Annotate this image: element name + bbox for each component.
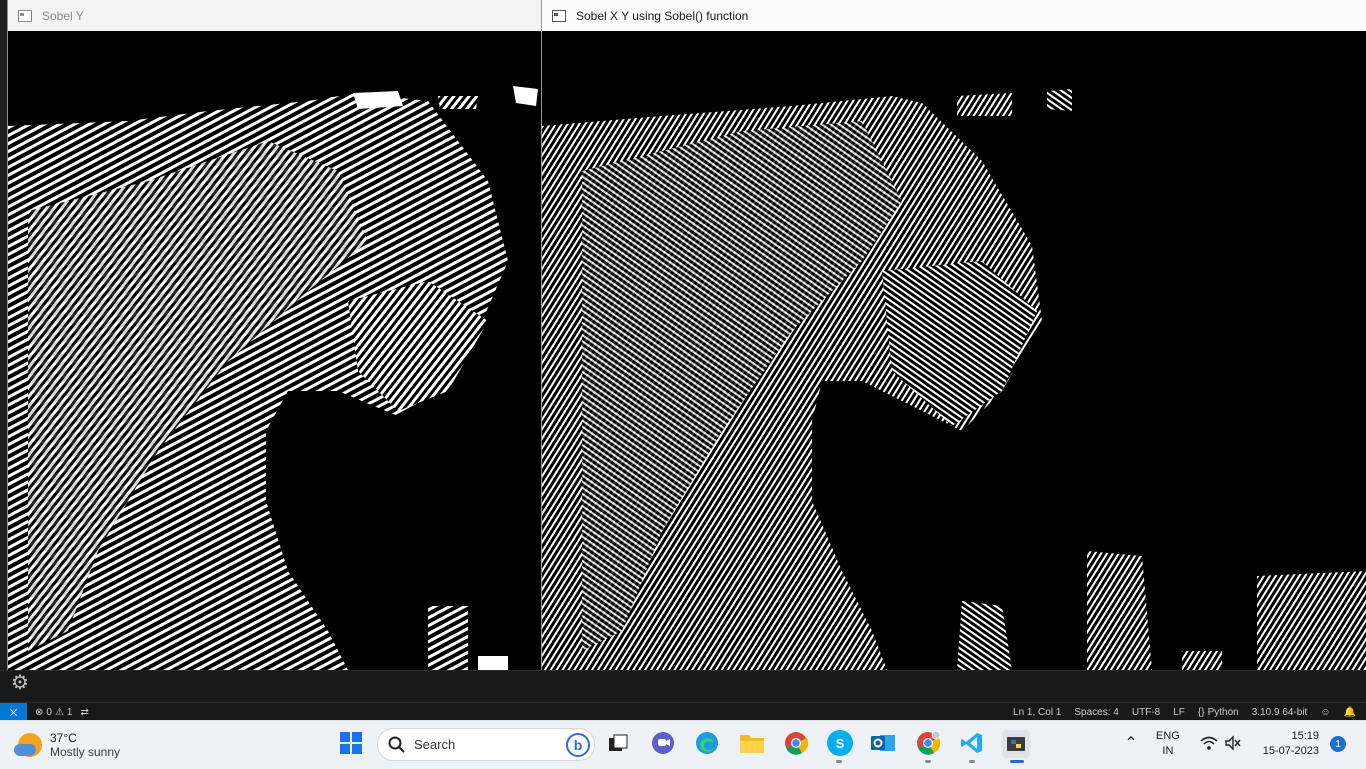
system-clock[interactable]: 15:19 15-07-2023	[1255, 729, 1319, 759]
sobel-y-titlebar[interactable]: Sobel Y	[8, 0, 542, 32]
skype-icon[interactable]: S	[827, 730, 853, 756]
weather-icon	[14, 733, 42, 757]
weather-widget[interactable]: 37°C Mostly sunny	[14, 731, 121, 759]
encoding[interactable]: UTF-8	[1132, 707, 1160, 718]
notifications-icon[interactable]: 🔔	[1344, 707, 1356, 718]
window-icon	[18, 9, 32, 23]
wifi-icon[interactable]	[1196, 730, 1222, 756]
remote-indicator-icon[interactable]: ⨯	[0, 703, 27, 721]
python-icon[interactable]	[1002, 730, 1030, 758]
teams-chat-icon[interactable]	[650, 730, 676, 756]
gear-icon[interactable]: ⚙	[9, 672, 31, 694]
sobel-xy-window[interactable]: Sobel X Y using Sobel() function	[541, 0, 1366, 670]
outlook-icon[interactable]	[870, 730, 896, 756]
window-title: Sobel Y	[42, 8, 84, 23]
clock-date: 15-07-2023	[1262, 745, 1319, 757]
running-indicator	[836, 760, 842, 763]
clock-time: 15:19	[1291, 730, 1319, 742]
show-hidden-icons-icon[interactable]: ⌃	[1118, 730, 1144, 756]
input-language[interactable]: ENG IN	[1156, 729, 1180, 759]
warning-count: 1	[66, 706, 73, 718]
sobel-xy-image	[542, 31, 1366, 670]
task-view-icon[interactable]	[605, 730, 631, 756]
sobel-y-window[interactable]: Sobel Y	[7, 0, 542, 670]
vscode-icon[interactable]	[959, 730, 985, 756]
language-mode[interactable]: {} Python	[1198, 707, 1239, 718]
vscode-panel	[0, 670, 1366, 703]
chrome-profile-icon[interactable]	[915, 730, 941, 756]
edge-icon[interactable]	[694, 730, 720, 756]
notification-badge[interactable]: 1	[1330, 736, 1346, 752]
window-title: Sobel X Y using Sobel() function	[576, 8, 749, 23]
volume-muted-icon[interactable]	[1220, 730, 1246, 756]
python-interpreter[interactable]: 3.10.9 64-bit	[1252, 707, 1308, 718]
window-icon	[552, 9, 566, 23]
running-indicator	[969, 760, 975, 763]
sobel-y-image	[8, 31, 542, 670]
weather-temperature: 37°C	[50, 731, 77, 745]
warning-icon: ⚠	[54, 706, 64, 718]
port-forward-icon[interactable]: ⇄	[80, 707, 88, 718]
search-icon	[388, 736, 406, 754]
cursor-position[interactable]: Ln 1, Col 1	[1013, 707, 1061, 718]
indentation[interactable]: Spaces: 4	[1074, 707, 1118, 718]
chrome-icon[interactable]	[783, 730, 809, 756]
start-button[interactable]	[340, 732, 362, 754]
bing-icon[interactable]: b	[566, 732, 590, 757]
running-indicator	[925, 760, 931, 763]
taskbar-search[interactable]: Search b	[377, 728, 595, 761]
end-of-line[interactable]: LF	[1173, 707, 1185, 718]
active-indicator	[1010, 760, 1024, 763]
search-label: Search	[414, 737, 456, 752]
error-count: 0	[46, 706, 52, 718]
file-explorer-icon[interactable]	[739, 730, 765, 756]
sobel-xy-titlebar[interactable]: Sobel X Y using Sobel() function	[542, 0, 1366, 32]
feedback-icon[interactable]: ☺	[1320, 707, 1330, 718]
vscode-statusbar: ⨯ ⊗ 0 ⚠ 1 ⇄ Ln 1, Col 1 Spaces: 4 UTF-8 …	[0, 702, 1366, 721]
weather-condition: Mostly sunny	[50, 745, 121, 759]
braces-icon: {}	[1197, 706, 1205, 718]
problems-indicator[interactable]: ⊗ 0 ⚠ 1	[35, 707, 72, 718]
error-icon: ⊗	[35, 706, 44, 718]
